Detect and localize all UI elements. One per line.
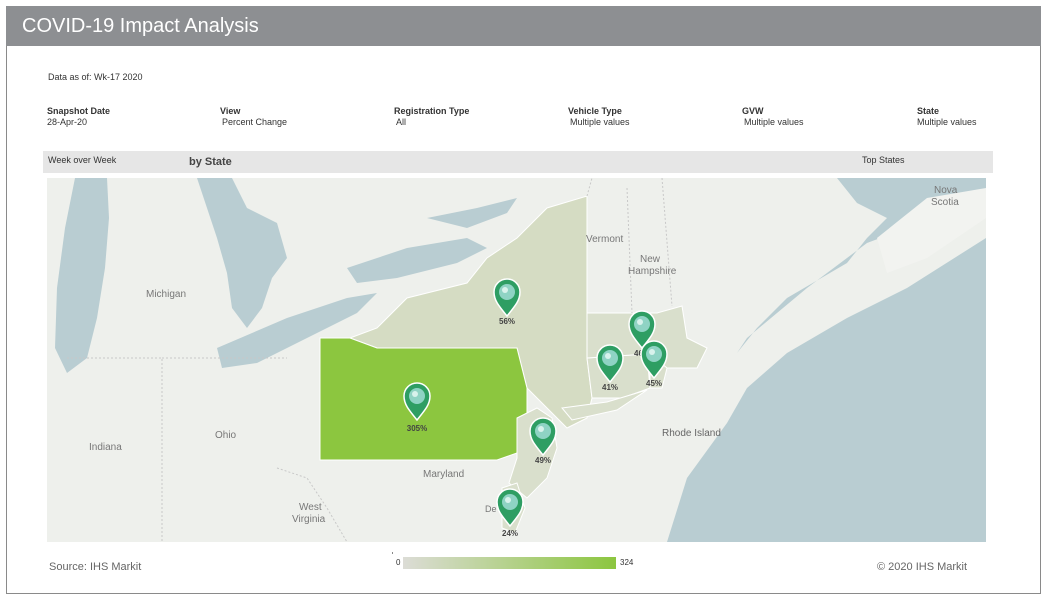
filter-value: Multiple values <box>917 117 977 127</box>
filter-vehicle-type[interactable]: Vehicle Type Multiple values <box>568 106 630 128</box>
map-label-maryland: Maryland <box>423 469 464 480</box>
legend-tick <box>392 552 393 554</box>
legend-min-label: 0 <box>396 558 401 567</box>
section-header-band <box>43 151 993 173</box>
marker-pa[interactable]: 305% <box>403 382 431 433</box>
filter-label: Registration Type <box>394 106 470 116</box>
filter-label: GVW <box>742 106 764 116</box>
map-label-west-virginia-2: Virginia <box>292 514 326 525</box>
map-label-nova-scotia-1: Nova <box>934 185 958 196</box>
map-label-new-hampshire-1: New <box>640 254 661 265</box>
filter-value: Percent Change <box>222 117 288 127</box>
source-label: Source: IHS Markit <box>49 561 142 573</box>
color-legend-bar <box>403 557 616 569</box>
filter-registration-type[interactable]: Registration Type All <box>394 106 469 128</box>
filter-value: Multiple values <box>570 117 630 127</box>
filter-gvw[interactable]: GVW Multiple values <box>742 106 804 128</box>
legend-max-label: 324 <box>620 558 634 567</box>
filter-value: All <box>396 117 407 127</box>
marker-value: 45% <box>646 379 662 388</box>
top-states-label: Top States <box>862 155 905 165</box>
map-label-west-virginia-1: West <box>299 502 322 513</box>
map-label-vermont: Vermont <box>586 234 623 245</box>
marker-value: 49% <box>535 456 551 465</box>
data-as-of-label: Data as of: Wk-17 2020 <box>48 72 143 82</box>
map-label-delaware: De <box>485 504 497 514</box>
page-title: COVID-19 Impact Analysis <box>22 15 259 37</box>
marker-value: 24% <box>502 529 518 538</box>
map-label-new-hampshire-2: Hampshire <box>628 266 677 277</box>
by-state-label: by State <box>189 156 232 168</box>
map-label-nova-scotia-2: Scotia <box>931 197 959 208</box>
filter-value: 28-Apr-20 <box>47 117 88 127</box>
marker-value: 56% <box>499 317 515 326</box>
filter-label: Vehicle Type <box>568 106 622 116</box>
week-over-week-label: Week over Week <box>48 155 117 165</box>
filter-label: State <box>917 106 940 116</box>
map-label-ohio: Ohio <box>215 430 237 441</box>
filter-snapshot-date[interactable]: Snapshot Date 28-Apr-20 <box>47 106 110 128</box>
copyright-label: © 2020 IHS Markit <box>877 561 968 573</box>
filter-view[interactable]: View Percent Change <box>220 106 287 128</box>
state-map[interactable]: Michigan Ohio Indiana West Virginia Mary… <box>47 178 986 542</box>
map-label-michigan: Michigan <box>146 289 186 300</box>
filter-value: Multiple values <box>744 117 804 127</box>
map-label-indiana: Indiana <box>89 442 122 453</box>
filter-state[interactable]: State Multiple values <box>917 106 977 128</box>
map-label-rhode-island: Rhode Island <box>662 428 721 439</box>
marker-value: 305% <box>407 424 427 433</box>
marker-value: 41% <box>602 383 618 392</box>
filter-label: View <box>220 106 241 116</box>
filter-label: Snapshot Date <box>47 106 111 116</box>
